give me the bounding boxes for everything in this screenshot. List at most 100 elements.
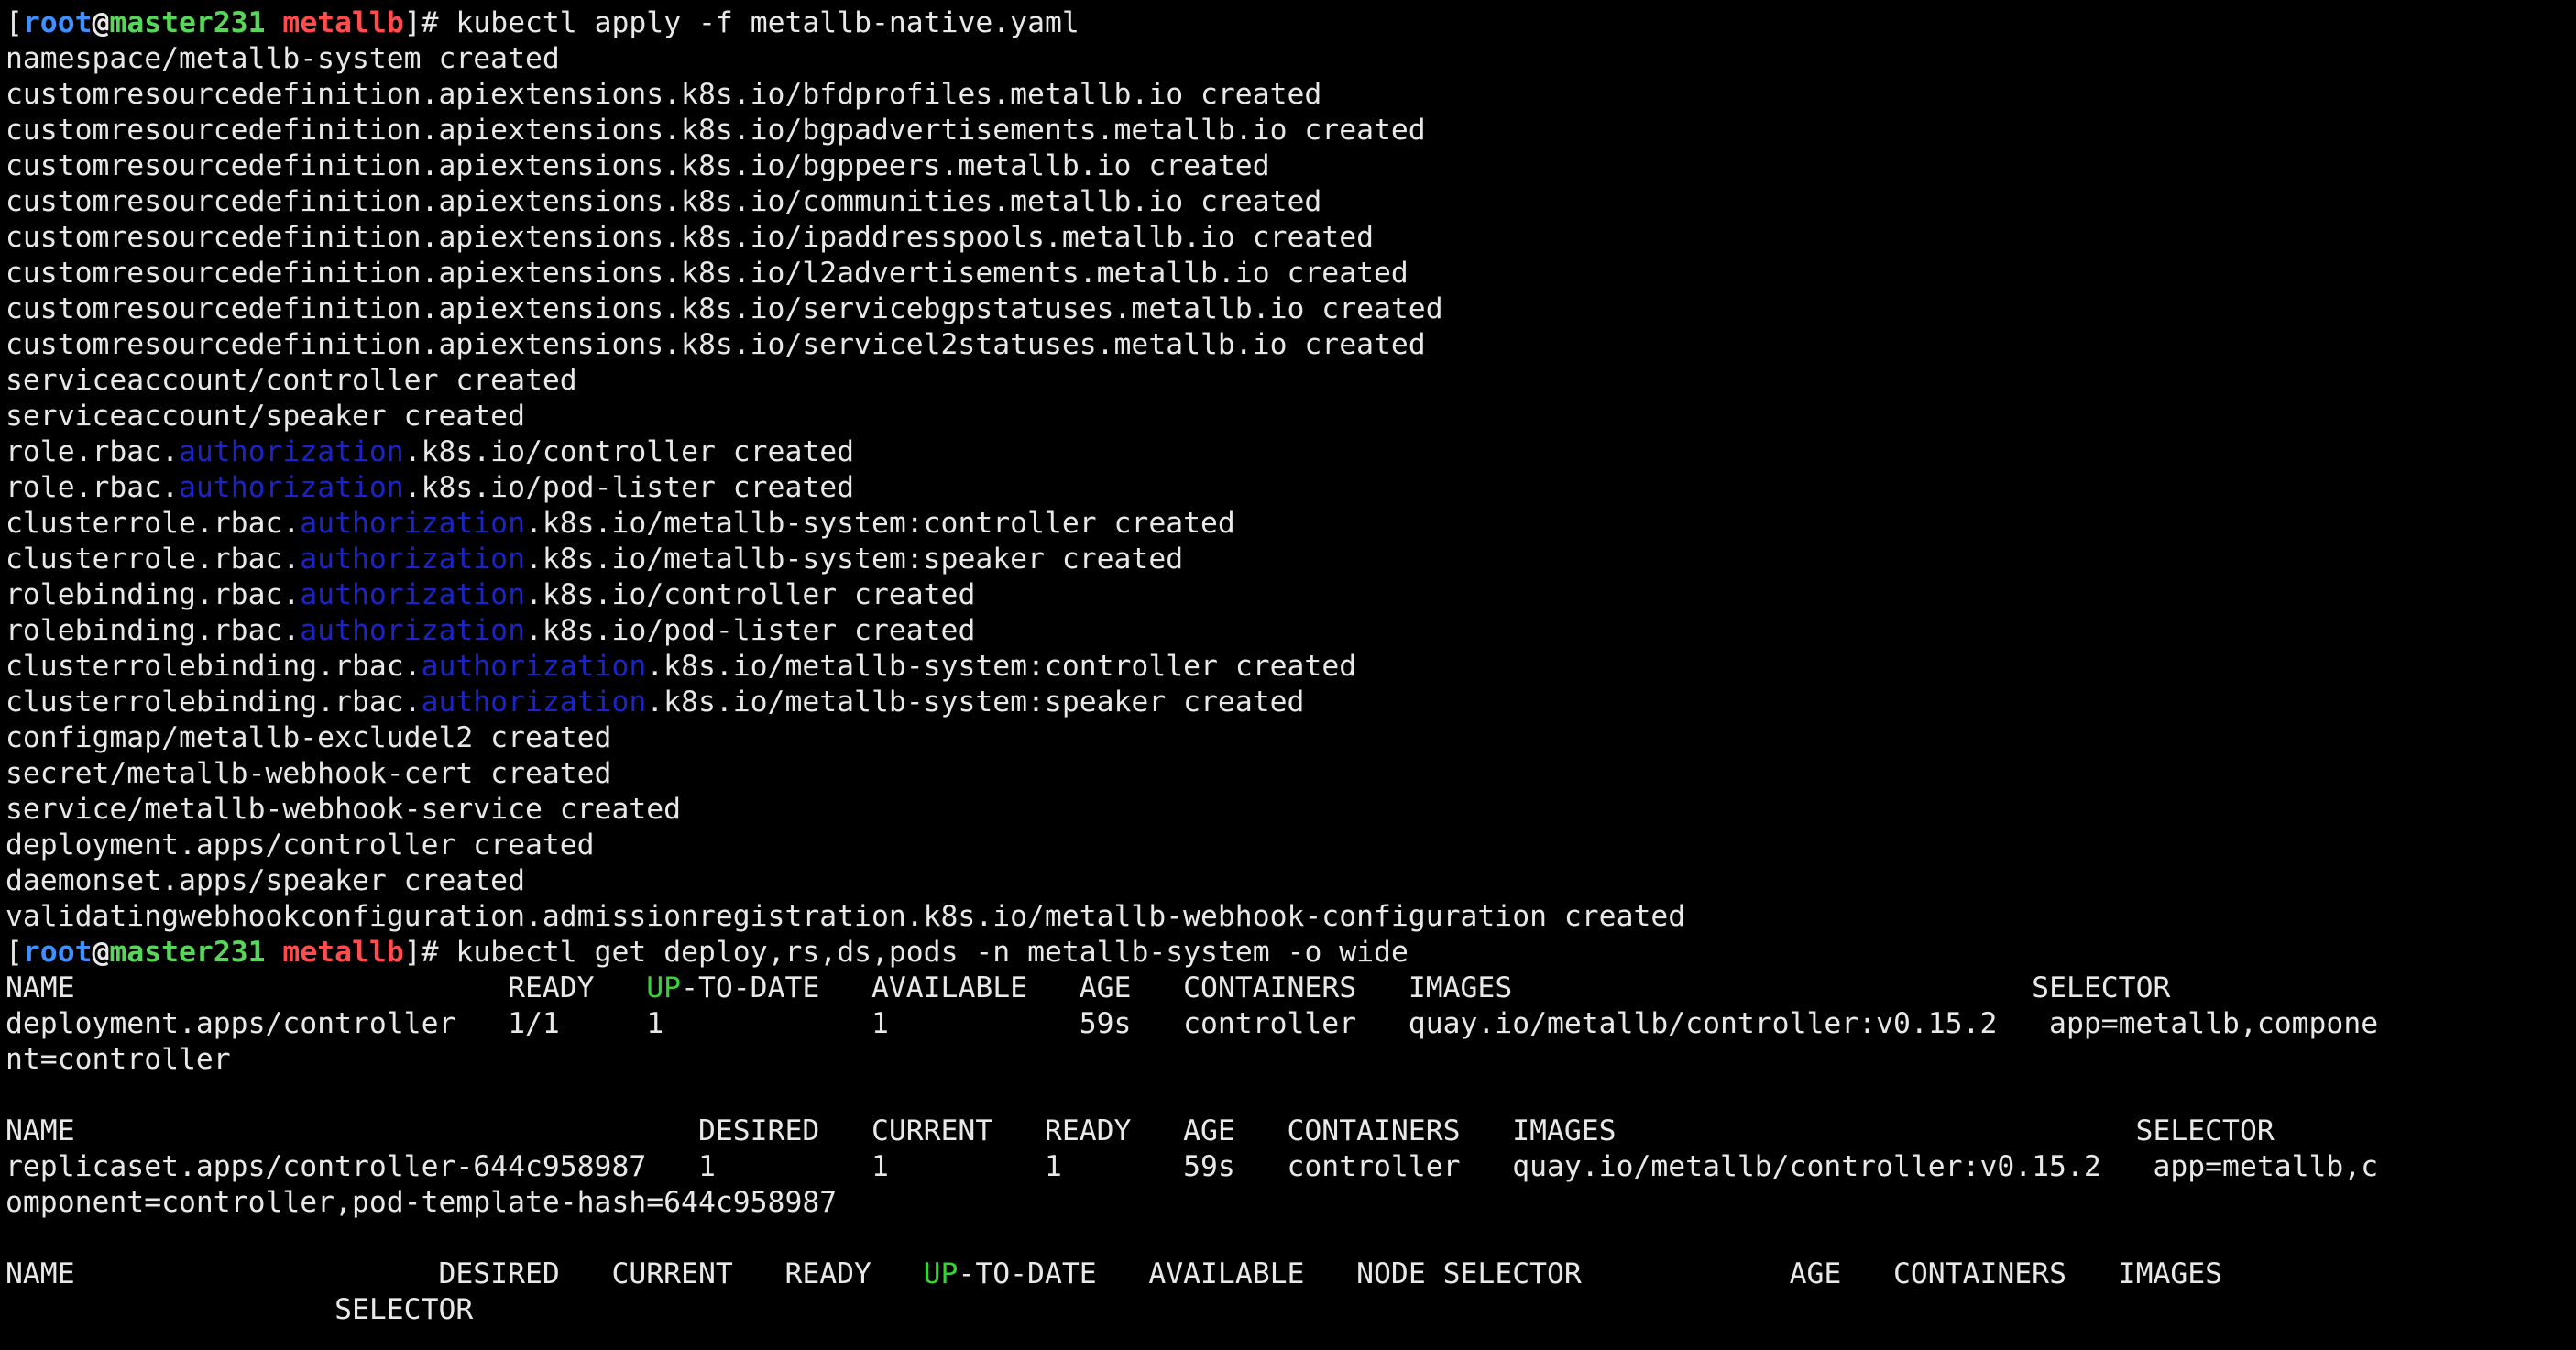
output-text: rolebinding.rbac.: [5, 578, 301, 611]
terminal-line: [root@master231 metallb]# kubectl get de…: [5, 935, 2576, 971]
highlighted-match: authorization: [300, 543, 525, 576]
output-text: ]# kubectl get deploy,rs,ds,pods -n meta…: [403, 936, 1409, 969]
output-text: serviceaccount/controller created: [5, 364, 577, 397]
prompt-directory: metallb: [282, 6, 404, 39]
terminal-window[interactable]: [root@master231 metallb]# kubectl apply …: [0, 0, 2576, 1350]
terminal-line: customresourcedefinition.apiextensions.k…: [5, 291, 2576, 327]
output-text: clusterrolebinding.rbac.: [5, 650, 422, 683]
output-text: NAME READY: [5, 971, 647, 1004]
prompt-at-sign: @: [92, 936, 110, 969]
output-text: customresourcedefinition.apiextensions.k…: [5, 292, 1443, 325]
output-text: .k8s.io/metallb-system:speaker created: [646, 686, 1305, 719]
output-text: customresourcedefinition.apiextensions.k…: [5, 149, 1270, 182]
highlighted-match: authorization: [421, 650, 647, 683]
terminal-line: configmap/metallb-excludel2 created: [5, 720, 2576, 756]
terminal-line: omponent=controller,pod-template-hash=64…: [5, 1185, 2576, 1221]
highlighted-match: authorization: [421, 686, 647, 719]
terminal-line: role.rbac.authorization.k8s.io/pod-liste…: [5, 470, 2576, 506]
highlighted-match: authorization: [300, 578, 525, 611]
output-text: customresourcedefinition.apiextensions.k…: [5, 114, 1426, 147]
terminal-line: clusterrole.rbac.authorization.k8s.io/me…: [5, 506, 2576, 542]
terminal-line: rolebinding.rbac.authorization.k8s.io/po…: [5, 613, 2576, 649]
terminal-line: customresourcedefinition.apiextensions.k…: [5, 77, 2576, 113]
highlighted-match: UP: [646, 971, 682, 1004]
output-text: clusterrolebinding.rbac.: [5, 686, 422, 719]
terminal-line: customresourcedefinition.apiextensions.k…: [5, 220, 2576, 256]
terminal-line: NAME DESIRED CURRENT READY UP-TO-DATE AV…: [5, 1257, 2576, 1292]
terminal-line: customresourcedefinition.apiextensions.k…: [5, 113, 2576, 148]
prompt-directory: metallb: [282, 936, 404, 969]
terminal-line: NAME READY UP-TO-DATE AVAILABLE AGE CONT…: [5, 971, 2576, 1006]
terminal-line: deployment.apps/controller 1/1 1 1 59s c…: [5, 1006, 2576, 1042]
output-text: NAME DESIRED CURRENT READY AGE CONTAINER…: [5, 1114, 2275, 1147]
output-text: omponent=controller,pod-template-hash=64…: [5, 1186, 838, 1219]
prompt-at-sign: @: [92, 6, 110, 39]
prompt-host: master231: [109, 936, 266, 969]
prompt-user: root: [22, 6, 93, 39]
terminal-line: customresourcedefinition.apiextensions.k…: [5, 327, 2576, 363]
output-text: -TO-DATE AVAILABLE NODE SELECTOR AGE CON…: [958, 1257, 2223, 1290]
output-text: .k8s.io/metallb-system:controller create…: [646, 650, 1357, 683]
terminal-line: namespace/metallb-system created: [5, 41, 2576, 77]
output-text: replicaset.apps/controller-644c958987 1 …: [5, 1150, 2379, 1183]
output-text: .k8s.io/pod-lister created: [403, 471, 855, 504]
highlighted-match: UP: [923, 1257, 959, 1290]
output-text: ]# kubectl apply -f metallb-native.yaml: [403, 6, 1080, 39]
terminal-line: serviceaccount/controller created: [5, 363, 2576, 399]
highlighted-match: authorization: [300, 507, 525, 540]
terminal-line: nt=controller: [5, 1042, 2576, 1078]
output-text: .k8s.io/controller created: [403, 435, 855, 468]
terminal-line: serviceaccount/speaker created: [5, 399, 2576, 434]
terminal-line: secret/metallb-webhook-cert created: [5, 756, 2576, 792]
terminal-line: NAME DESIRED CURRENT READY AGE CONTAINER…: [5, 1114, 2576, 1149]
output-text: [: [5, 6, 23, 39]
terminal-line: customresourcedefinition.apiextensions.k…: [5, 184, 2576, 220]
terminal-line: rolebinding.rbac.authorization.k8s.io/co…: [5, 577, 2576, 613]
output-text: .k8s.io/metallb-system:controller create…: [524, 507, 1235, 540]
output-text: customresourcedefinition.apiextensions.k…: [5, 78, 1322, 111]
output-text: role.rbac.: [5, 471, 179, 504]
terminal-line: clusterrolebinding.rbac.authorization.k8…: [5, 685, 2576, 720]
output-text: service/metallb-webhook-service created: [5, 793, 682, 826]
output-text: .k8s.io/controller created: [524, 578, 976, 611]
terminal-line: customresourcedefinition.apiextensions.k…: [5, 256, 2576, 291]
output-text: clusterrole.rbac.: [5, 507, 301, 540]
terminal-line: customresourcedefinition.apiextensions.k…: [5, 148, 2576, 184]
output-text: -TO-DATE AVAILABLE AGE CONTAINERS IMAGES…: [681, 971, 2171, 1004]
output-text: customresourcedefinition.apiextensions.k…: [5, 221, 1375, 254]
output-text: .k8s.io/metallb-system:speaker created: [524, 543, 1184, 576]
terminal-line: SELECTOR: [5, 1292, 2576, 1328]
output-text: deployment.apps/controller 1/1 1 1 59s c…: [5, 1007, 2379, 1040]
terminal-line: clusterrolebinding.rbac.authorization.k8…: [5, 649, 2576, 685]
terminal-line: daemonset.apps/speaker created: [5, 863, 2576, 899]
output-text: NAME DESIRED CURRENT READY: [5, 1257, 924, 1290]
output-text: secret/metallb-webhook-cert created: [5, 757, 612, 790]
output-text: serviceaccount/speaker created: [5, 400, 525, 433]
terminal-line: deployment.apps/controller created: [5, 828, 2576, 863]
output-text: [: [5, 936, 23, 969]
terminal-line: service/metallb-webhook-service created: [5, 792, 2576, 828]
output-text: nt=controller: [5, 1043, 231, 1076]
terminal-line: validatingwebhookconfiguration.admission…: [5, 899, 2576, 935]
prompt-user: root: [22, 936, 93, 969]
output-text: namespace/metallb-system created: [5, 42, 560, 75]
output-text: .k8s.io/pod-lister created: [524, 614, 976, 647]
output-text: deployment.apps/controller created: [5, 829, 595, 862]
output-text: role.rbac.: [5, 435, 179, 468]
terminal-line: role.rbac.authorization.k8s.io/controlle…: [5, 434, 2576, 470]
terminal-line: replicaset.apps/controller-644c958987 1 …: [5, 1149, 2576, 1185]
output-text: customresourcedefinition.apiextensions.k…: [5, 257, 1409, 290]
output-text: configmap/metallb-excludel2 created: [5, 721, 612, 754]
output-text: SELECTOR: [5, 1293, 474, 1326]
terminal-line: [root@master231 metallb]# kubectl apply …: [5, 5, 2576, 41]
output-text: validatingwebhookconfiguration.admission…: [5, 900, 1686, 933]
highlighted-match: authorization: [300, 614, 525, 647]
output-text: daemonset.apps/speaker created: [5, 864, 525, 897]
output-text: customresourcedefinition.apiextensions.k…: [5, 185, 1322, 218]
output-text: customresourcedefinition.apiextensions.k…: [5, 328, 1426, 361]
highlighted-match: authorization: [179, 435, 404, 468]
